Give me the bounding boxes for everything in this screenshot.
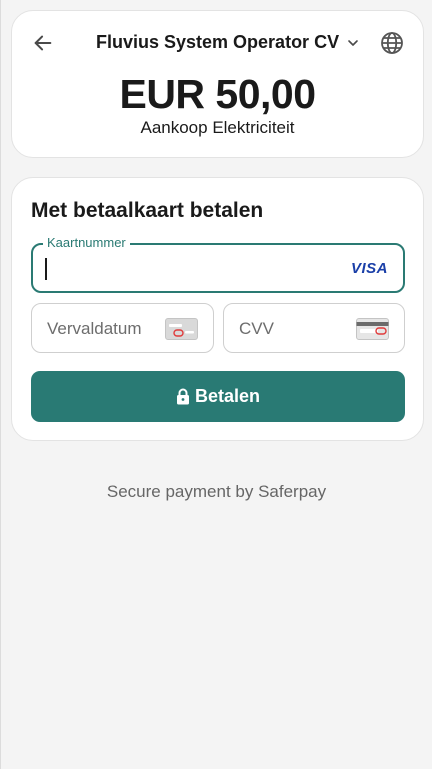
chevron-down-icon (348, 39, 358, 46)
payment-description: Aankoop Elektriciteit (140, 118, 295, 137)
payment-method-title: Met betaalkaart betalen (31, 199, 264, 222)
back-button[interactable] (30, 30, 56, 56)
expiry-placeholder: Vervaldatum (47, 319, 142, 338)
payment-page: Fluvius System Operator CV EUR 50,00 Aan… (0, 0, 432, 769)
pay-button[interactable]: Betalen (31, 371, 405, 422)
visa-logo: VISA (350, 260, 388, 277)
card-front-icon (165, 318, 198, 340)
cvv-placeholder: CVV (239, 319, 274, 338)
footer-secure-text: Secure payment by Saferpay (106, 482, 327, 501)
card-back-icon (356, 318, 389, 340)
card-number-label: Kaartnummer (43, 235, 130, 250)
pay-button-label: Betalen (194, 386, 261, 406)
merchant-name: Fluvius System Operator CV (96, 32, 340, 52)
expiry-date-field[interactable]: Vervaldatum (31, 303, 214, 353)
globe-icon (381, 32, 403, 54)
cvv-field[interactable]: CVV (223, 303, 405, 353)
merchant-selector[interactable]: Fluvius System Operator CV (96, 32, 361, 53)
arrow-left-icon (34, 35, 52, 51)
lock-icon (176, 388, 189, 405)
text-caret (45, 258, 47, 280)
payment-amount: EUR 50,00 (119, 71, 316, 117)
language-button[interactable] (378, 29, 406, 57)
card-number-field[interactable]: Kaartnummer VISA (31, 235, 405, 293)
card-payment-form: Met betaalkaart betalen Kaartnummer VISA… (11, 177, 424, 441)
order-summary-card: Fluvius System Operator CV EUR 50,00 Aan… (11, 10, 424, 158)
header-row: Fluvius System Operator CV (12, 28, 423, 58)
